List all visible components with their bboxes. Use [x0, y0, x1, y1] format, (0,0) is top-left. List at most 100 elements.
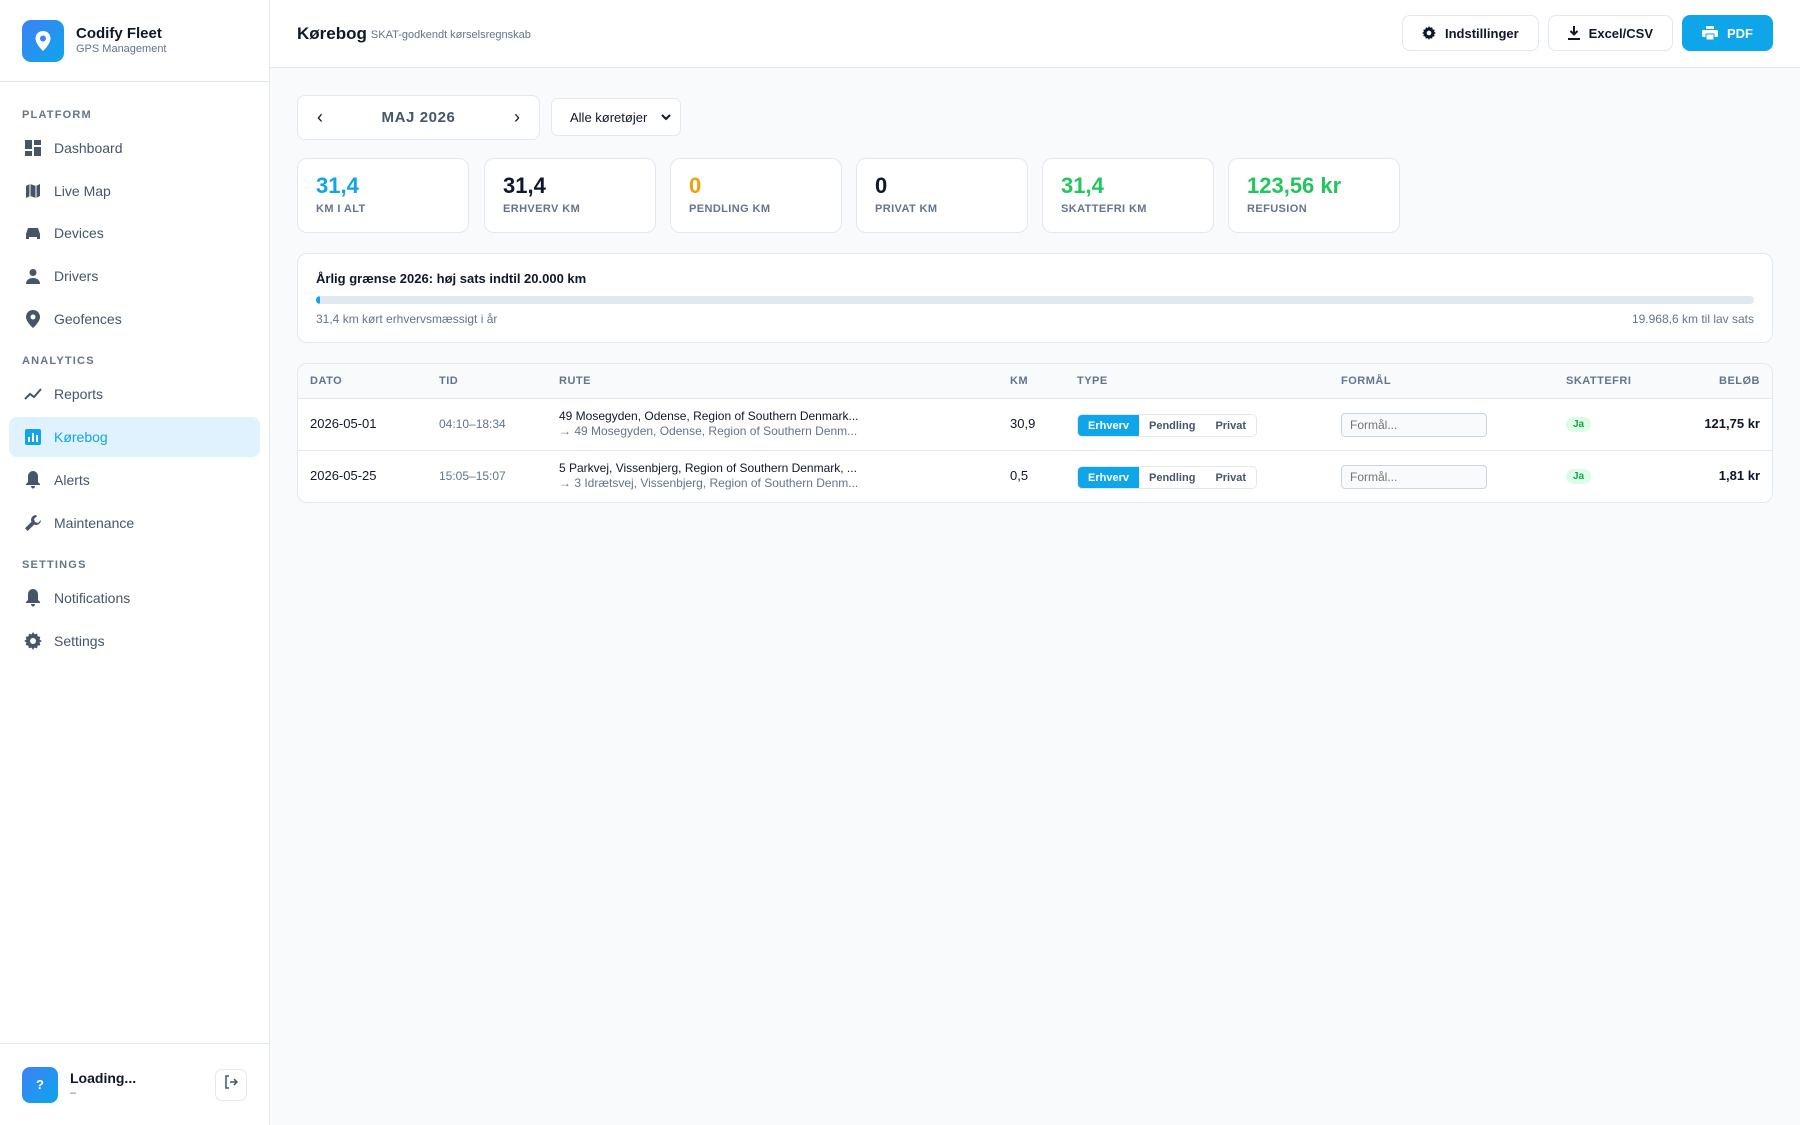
annual-limit-remaining: 19.968,6 km til lav sats [1631, 312, 1754, 326]
trip-amount: 1,81 kr [1718, 468, 1760, 483]
type-option-pendling[interactable]: Pendling [1138, 415, 1206, 436]
table-row: 2026-05-25 15:05–15:07 5 Parkvej, Vissen… [298, 451, 1772, 502]
sidebar-item-label: Maintenance [54, 515, 135, 531]
stat-label: PENDLING KM [689, 203, 771, 215]
sidebar-item-alerts[interactable]: Alerts [9, 460, 260, 500]
sidebar-item-geofences[interactable]: Geofences [9, 299, 260, 339]
next-month-button[interactable]: › [514, 107, 520, 128]
table-header: DATO TID RUTE KM TYPE FORMÅL SKATTEFRI B… [298, 364, 1772, 399]
column-header-amount[interactable]: BELØB [1719, 375, 1760, 387]
column-header-taxfree[interactable]: SKATTEFRI [1566, 375, 1631, 387]
sidebar-item-live-map[interactable]: Live Map [9, 171, 260, 211]
type-option-privat[interactable]: Privat [1205, 415, 1257, 436]
stat-label: SKATTEFRI KM [1061, 203, 1147, 215]
trip-date: 2026-05-25 [310, 468, 377, 483]
export-csv-button[interactable]: Excel/CSV [1547, 15, 1673, 51]
stat-label: ERHVERV KM [503, 203, 581, 215]
sidebar-item-drivers[interactable]: Drivers [9, 256, 260, 296]
sidebar-item-devices[interactable]: Devices [9, 213, 260, 253]
brand-subtitle: GPS Management [76, 43, 167, 55]
download-icon [1567, 26, 1580, 40]
annual-limit-progress [316, 296, 1754, 304]
type-option-erhverv[interactable]: Erhverv [1078, 415, 1139, 436]
vehicle-filter-value: Alle køretøjer [570, 109, 648, 125]
car-icon [24, 224, 42, 242]
stat-value: 31,4 [316, 173, 359, 198]
stat-card-business-km: 31,4 ERHVERV KM [484, 158, 656, 233]
sidebar-item-reports[interactable]: Reports [9, 374, 260, 414]
sidebar-item-settings[interactable]: Settings [9, 621, 260, 661]
table-row: 2026-05-01 04:10–18:34 49 Mosegyden, Ode… [298, 399, 1772, 451]
column-header-route[interactable]: RUTE [559, 375, 591, 387]
user-name: Loading... [70, 1070, 137, 1086]
annual-limit-title: Årlig grænse 2026: høj sats indtil 20.00… [316, 271, 587, 286]
column-header-date[interactable]: DATO [310, 375, 342, 387]
column-header-km[interactable]: KM [1010, 375, 1028, 387]
user-role: – [70, 1087, 77, 1099]
sidebar-item-korebog[interactable]: Kørebog [9, 417, 260, 457]
wrench-icon [24, 514, 42, 532]
vehicle-filter-select[interactable]: Alle køretøjer [551, 98, 681, 136]
sidebar-item-label: Reports [54, 386, 104, 402]
page-subtitle: SKAT-godkendt kørselsregnskab [370, 29, 531, 41]
sidebar-item-label: Alerts [54, 472, 90, 488]
sidebar-item-dashboard[interactable]: Dashboard [9, 128, 260, 168]
avatar[interactable]: ? [22, 1066, 58, 1103]
route-to: → 49 Mosegyden, Odense, Region of Southe… [559, 424, 858, 438]
trip-date: 2026-05-01 [310, 416, 377, 431]
purpose-input[interactable] [1341, 465, 1487, 489]
column-header-type[interactable]: TYPE [1077, 375, 1108, 387]
taxfree-badge: Ja [1566, 417, 1592, 432]
section-settings: SETTINGS [22, 559, 87, 571]
stat-card-refund: 123,56 kr REFUSION [1228, 158, 1400, 233]
sidebar-item-maintenance[interactable]: Maintenance [9, 503, 260, 543]
gear-icon [24, 632, 42, 650]
trip-type-toggle: Erhverv Pendling Privat [1077, 414, 1258, 437]
chevron-down-icon [660, 111, 672, 126]
sidebar-item-notifications[interactable]: Notifications [9, 578, 260, 618]
trips-table: DATO TID RUTE KM TYPE FORMÅL SKATTEFRI B… [297, 363, 1773, 503]
brand: Codify Fleet GPS Management [0, 0, 269, 82]
taxfree-badge: Ja [1566, 469, 1592, 484]
trip-amount: 121,75 kr [1704, 416, 1760, 431]
bell-icon [24, 471, 42, 489]
sidebar: Codify Fleet GPS Management PLATFORM Das… [0, 0, 270, 1125]
export-csv-button-label: Excel/CSV [1588, 25, 1653, 41]
pdf-button[interactable]: PDF [1682, 15, 1773, 51]
type-option-erhverv[interactable]: Erhverv [1078, 467, 1139, 488]
column-header-purpose[interactable]: FORMÅL [1341, 375, 1391, 387]
location-pin-icon [22, 19, 64, 62]
page-header: Kørebog SKAT-godkendt kørselsregnskab In… [270, 0, 1800, 68]
stat-label: KM I ALT [316, 203, 366, 215]
settings-button[interactable]: Indstillinger [1402, 15, 1539, 51]
section-platform: PLATFORM [22, 109, 92, 121]
annual-limit-driven: 31,4 km kørt erhvervsmæssigt i år [316, 312, 498, 326]
logout-button[interactable] [215, 1068, 247, 1101]
pdf-button-label: PDF [1727, 25, 1753, 41]
purpose-input[interactable] [1341, 413, 1487, 437]
stat-value: 31,4 [1061, 173, 1104, 198]
stat-value: 123,56 kr [1247, 173, 1342, 198]
type-option-pendling[interactable]: Pendling [1138, 467, 1206, 488]
sidebar-item-label: Kørebog [54, 429, 108, 445]
column-header-time[interactable]: TID [439, 375, 458, 387]
stat-value: 0 [875, 173, 888, 198]
sidebar-item-label: Dashboard [54, 140, 123, 156]
trip-route: 49 Mosegyden, Odense, Region of Southern… [559, 409, 879, 439]
map-icon [24, 182, 42, 200]
sidebar-item-label: Devices [54, 225, 104, 241]
stat-value: 0 [689, 173, 702, 198]
trip-km: 0,5 [1010, 468, 1029, 483]
route-from: 49 Mosegyden, Odense, Region of Southern… [559, 409, 859, 423]
sidebar-item-label: Settings [54, 633, 105, 649]
user-area: ? Loading... – [0, 1043, 270, 1125]
stat-card-taxfree-km: 31,4 SKATTEFRI KM [1042, 158, 1214, 233]
trip-km: 30,9 [1010, 416, 1036, 431]
prev-month-button[interactable]: ‹ [317, 107, 323, 128]
logout-icon [224, 1075, 239, 1094]
month-navigator: ‹ MAJ 2026 › [297, 95, 540, 140]
brand-name: Codify Fleet [76, 25, 162, 42]
sidebar-item-label: Drivers [54, 268, 99, 284]
type-option-privat[interactable]: Privat [1205, 467, 1257, 488]
person-icon [24, 267, 42, 285]
